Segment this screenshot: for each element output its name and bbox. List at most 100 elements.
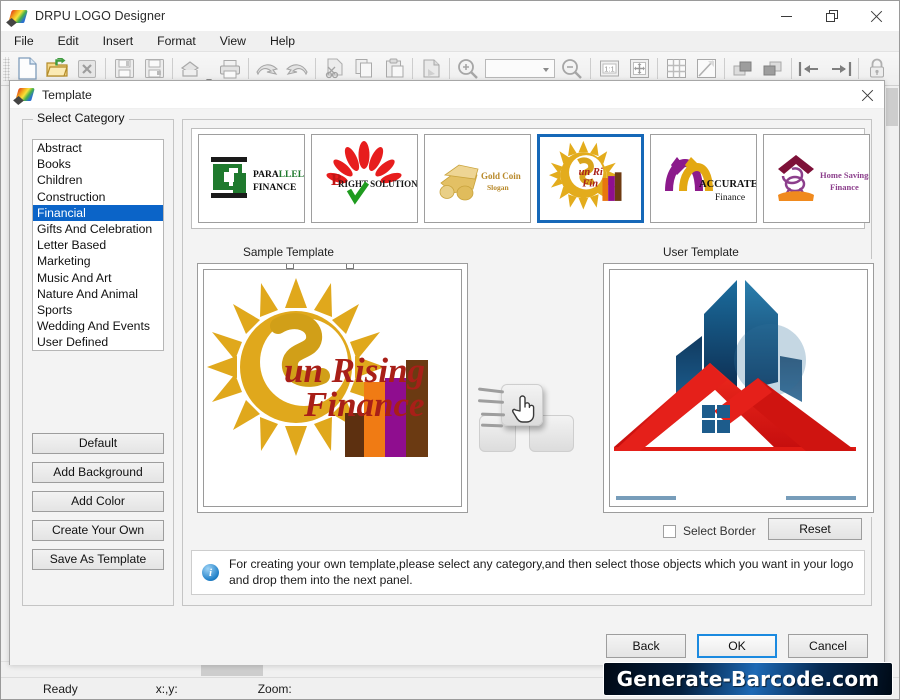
svg-text:Fin: Fin [581,179,598,190]
template-dialog: Template Select Category Abstract Books … [9,80,885,665]
user-canvas-inner [609,269,868,507]
vertical-scrollbar[interactable] [883,86,899,664]
template-thumb-bright-solution[interactable]: B RIGHT SOLUTION [311,134,418,223]
category-item-nature-and-animal[interactable]: Nature And Animal [33,286,163,302]
add-color-button[interactable]: Add Color [32,491,164,512]
status-coordinates: x:,y: [155,681,178,696]
undo-icon [252,54,282,84]
user-template-canvas[interactable] [603,263,874,513]
svg-text:un Ri: un Ri [579,167,603,178]
open-folder-icon[interactable] [42,54,72,84]
menu-item-file[interactable]: File [3,32,45,51]
sample-template-caption: Sample Template [243,245,334,259]
minimize-icon[interactable] [764,1,809,31]
category-item-sports[interactable]: Sports [33,302,163,318]
template-thumb-accurate-finance[interactable]: ACCURATE Finance [650,134,757,223]
save-icon [109,54,139,84]
svg-text:PARALLEL: PARALLEL [253,170,304,180]
dialog-close-icon[interactable] [854,84,880,106]
status-zoom: Zoom: [257,681,292,696]
template-thumb-parallel-finance[interactable]: PARALLEL FINANCE [198,134,305,223]
category-item-wedding-and-events[interactable]: Wedding And Events [33,318,163,334]
category-item-construction[interactable]: Construction [33,189,163,205]
menu-bar: File Edit Insert Format View Help [1,31,899,52]
application-window: DRPU LOGO Designer File Edit Insert Form… [0,0,900,700]
add-background-button[interactable]: Add Background [32,462,164,483]
window-title: DRPU LOGO Designer [35,9,166,23]
dialog-title-bar: Template [10,81,884,109]
menu-item-edit[interactable]: Edit [47,32,90,51]
sample-canvas-inner: un Rising Finance [203,269,462,507]
sample-template-canvas[interactable]: un Rising Finance [197,263,468,513]
vertical-scrollbar-thumb[interactable] [886,88,898,126]
category-item-gifts-and-celebration[interactable]: Gifts And Celebration [33,221,163,237]
print-icon [215,54,245,84]
category-buttons: Default Add Background Add Color Create … [32,433,164,578]
svg-text:Gold Coin: Gold Coin [481,171,521,181]
template-thumb-sun-rising-finance[interactable]: un Ri Fin [537,134,644,223]
svg-text:Slogan: Slogan [487,183,510,192]
create-your-own-button[interactable]: Create Your Own [32,520,164,541]
user-template-caption: User Template [663,245,739,259]
close-icon[interactable] [854,1,899,31]
cancel-button[interactable]: Cancel [788,634,868,658]
menu-item-view[interactable]: View [209,32,257,51]
svg-text:Finance: Finance [303,385,425,424]
status-ready: Ready [43,681,78,696]
svg-text:Home Savings: Home Savings [820,170,869,180]
actual-size-icon: 1:1 [594,54,624,84]
category-item-financial[interactable]: Financial [33,204,163,222]
category-list[interactable]: Abstract Books Children Construction Fin… [32,139,164,351]
menu-item-insert[interactable]: Insert [92,32,144,51]
category-item-abstract[interactable]: Abstract [33,140,163,156]
category-item-letter-based[interactable]: Letter Based [33,237,163,253]
back-button[interactable]: Back [606,634,686,658]
watermark-banner: Generate-Barcode.com [603,662,893,696]
select-border-checkbox[interactable] [663,524,676,538]
info-text: For creating your own template,please se… [229,557,854,587]
reset-button[interactable]: Reset [768,518,862,540]
select-border-label: Select Border [683,524,756,538]
template-thumb-gold-coin[interactable]: Gold Coin Slogan [424,134,531,223]
cut-icon [319,54,349,84]
align-right-icon [825,54,855,84]
menu-item-help[interactable]: Help [259,32,306,51]
save-as-icon [139,54,169,84]
new-document-icon[interactable] [12,54,42,84]
select-category-label: Select Category [33,111,129,125]
category-item-marketing[interactable]: Marketing [33,253,163,269]
copy-icon [349,54,379,84]
maximize-icon[interactable] [809,1,854,31]
category-item-music-and-art[interactable]: Music And Art [33,270,163,286]
ok-button[interactable]: OK [697,634,777,658]
toolbar-grip[interactable] [3,56,10,81]
category-item-books[interactable]: Books [33,156,163,172]
close-document-icon [72,54,102,84]
dialog-body: Select Category Abstract Books Children … [10,109,884,665]
drag-drop-hand-icon [477,382,579,454]
svg-text:1:1: 1:1 [604,64,614,73]
redo-icon [282,54,312,84]
category-item-children[interactable]: Children [33,172,163,188]
export-icon [176,54,206,84]
default-button[interactable]: Default [32,433,164,454]
template-thumb-home-savings-finance[interactable]: Home Savings Finance [763,134,870,223]
horizontal-scrollbar-thumb[interactable] [201,664,263,676]
unlock-icon [892,54,899,84]
delete-icon [416,54,446,84]
dialog-buttons: Back OK Cancel [606,634,868,658]
title-bar: DRPU LOGO Designer [1,1,899,31]
dialog-app-logo-icon [13,86,35,106]
zoom-out-icon [557,54,587,84]
zoom-level-input[interactable] [489,62,541,78]
template-thumbnail-strip: PARALLEL FINANCE B RIGHT SOLUTION Gold C… [191,128,870,229]
svg-text:Finance: Finance [830,182,859,192]
category-item-user-defined[interactable]: User Defined [33,334,163,350]
bring-front-icon [728,54,758,84]
menu-item-format[interactable]: Format [146,32,207,51]
dialog-title: Template [42,87,92,102]
svg-text:FINANCE: FINANCE [253,183,296,193]
save-as-template-button[interactable]: Save As Template [32,549,164,570]
zoom-level-combo[interactable] [485,59,555,78]
paste-icon [379,54,409,84]
